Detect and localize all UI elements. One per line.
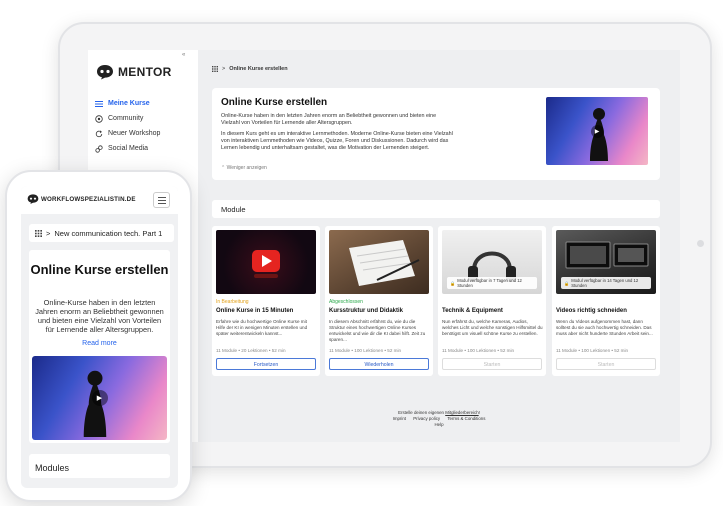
module-thumbnail: 🔒 Modul verfügbar in 14 Tagen und 12 Stu… — [556, 230, 656, 294]
sidebar-item-meine-kurse[interactable]: Meine Kurse — [95, 96, 160, 111]
module-thumbnail — [329, 230, 429, 294]
apps-grid-icon[interactable] — [212, 66, 218, 72]
repeat-button[interactable]: Wiederholen — [329, 358, 429, 370]
modules-title: Module — [221, 205, 246, 214]
hamburger-menu-icon[interactable] — [153, 192, 170, 208]
course-hero: Online Kurse erstellen Online-Kurse habe… — [29, 250, 170, 443]
logo-icon — [27, 194, 39, 204]
sidebar-item-label: Social Media — [108, 145, 149, 152]
module-thumbnail — [216, 230, 316, 294]
privacy-link[interactable]: Privacy policy — [413, 416, 440, 421]
target-icon — [95, 114, 103, 123]
phone-header: WORKFLOWSPEZIALISTIN.DE — [21, 186, 178, 214]
phone-device: WORKFLOWSPEZIALISTIN.DE > New communicat… — [5, 170, 192, 502]
collapse-sidebar-icon[interactable]: « — [182, 52, 185, 58]
breadcrumb-separator: > — [46, 228, 51, 238]
module-card[interactable]: 🔒 Modul verfügbar in 14 Tagen und 12 Stu… — [552, 226, 660, 376]
sidebar-item-social-media[interactable]: Social Media — [95, 141, 160, 156]
breadcrumb: > New communication tech. Part 1 — [29, 224, 174, 242]
module-meta: 11 Module • 100 Lektionen • 52 min — [556, 348, 629, 353]
breadcrumb-current: Online Kurse erstellen — [229, 66, 288, 72]
module-description: Wenn du Videos aufgenommen hast, dann so… — [556, 319, 653, 337]
main-content: > Online Kurse erstellen Online Kurse er… — [198, 50, 680, 442]
read-more-link[interactable]: Read more — [29, 340, 170, 347]
logo[interactable]: MENTOR — [96, 64, 172, 80]
start-button[interactable]: Starten — [442, 358, 542, 370]
pin-icon: ⌃ — [221, 165, 226, 171]
module-card[interactable]: 🔒 Modul verfügbar in 7 Tagen und 12 Stun… — [438, 226, 546, 376]
mentor-logo-icon — [97, 65, 113, 80]
phone-screen: WORKFLOWSPEZIALISTIN.DE > New communicat… — [21, 186, 178, 488]
module-title: Videos richtig schneiden — [556, 308, 627, 314]
refresh-icon — [95, 129, 103, 138]
modules-title: Modules — [35, 463, 70, 473]
course-video-thumbnail[interactable]: ▶ — [32, 356, 167, 440]
module-description: Erfahre wie du hochwertige Online Kurse … — [216, 319, 308, 337]
help-link[interactable]: Help — [198, 422, 680, 428]
footer-tagline-text: Erstelle deinen eigenen — [398, 410, 446, 415]
members-area-link[interactable]: Mitgliederbereich — [445, 410, 478, 415]
hero-paragraph-2: In diesem Kurs geht es um interaktive Le… — [221, 131, 453, 151]
module-description: Nun erfährst du, welche Kameras, Audios,… — [442, 319, 543, 337]
availability-badge: 🔒 Modul verfügbar in 14 Tagen und 12 Stu… — [561, 277, 651, 289]
module-title: Online Kurse in 15 Minuten — [216, 308, 294, 314]
module-meta: 11 Module • 20 Lektionen • 52 min — [216, 348, 286, 353]
page-title: Online Kurse erstellen — [30, 262, 169, 277]
sidebar-item-label: Neuer Workshop — [108, 130, 161, 137]
lock-icon: 🔒 — [564, 280, 570, 286]
module-card[interactable]: In Bearbeitung Online Kurse in 15 Minute… — [212, 226, 320, 376]
hero-paragraph-1: Online-Kurse haben in den letzten Jahren… — [221, 113, 437, 126]
imprint-link[interactable]: Imprint — [393, 416, 406, 421]
sidebar-item-community[interactable]: Community — [95, 111, 160, 126]
logo-text[interactable]: WORKFLOWSPEZIALISTIN.DE — [41, 196, 136, 203]
availability-badge: 🔒 Modul verfügbar in 7 Tagen und 12 Stun… — [447, 277, 537, 289]
breadcrumb-separator: > — [222, 66, 226, 72]
show-less-label: Weniger anzeigen — [226, 165, 267, 171]
lock-icon: 🔒 — [450, 280, 456, 286]
module-status: In Bearbeitung — [216, 299, 249, 305]
module-meta: 11 Module • 100 Lektionen • 52 min — [442, 348, 515, 353]
module-status: Abgeschlossen — [329, 299, 363, 305]
page-title: Online Kurse erstellen — [221, 97, 328, 108]
module-meta: 11 Module • 100 Lektionen • 52 min — [329, 348, 402, 353]
play-icon[interactable]: ▶ — [91, 390, 108, 406]
notebook-icon — [349, 240, 420, 286]
course-video-thumbnail[interactable]: ▶ — [546, 97, 648, 165]
link-icon — [95, 144, 103, 153]
breadcrumb-current: New communication tech. Part 1 — [54, 228, 163, 238]
module-title: Kursstruktur und Didaktik — [329, 308, 404, 314]
play-icon[interactable]: ▶ — [590, 124, 604, 138]
sidebar-item-neuer-workshop[interactable]: Neuer Workshop — [95, 126, 160, 141]
grid-icon — [95, 100, 103, 108]
module-cards: In Bearbeitung Online Kurse in 15 Minute… — [212, 226, 660, 376]
logo-text: MENTOR — [118, 65, 172, 79]
start-button[interactable]: Starten — [556, 358, 656, 370]
availability-text: Modul verfügbar in 7 Tagen und 12 Stunde… — [457, 278, 522, 288]
modules-header: Module — [212, 200, 660, 218]
breadcrumb: > Online Kurse erstellen — [212, 66, 288, 72]
module-description: In diesem Abschnitt erfährst du, wie du … — [329, 319, 426, 343]
module-thumbnail: 🔒 Modul verfügbar in 7 Tagen und 12 Stun… — [442, 230, 542, 294]
youtube-icon — [252, 250, 280, 278]
terms-link[interactable]: Terms & Conditions — [447, 416, 485, 421]
apps-grid-icon[interactable] — [35, 229, 42, 237]
continue-button[interactable]: Fortsetzen — [216, 358, 316, 370]
sidebar-item-label: Community — [108, 115, 144, 122]
hero-description: Online-Kurse haben in den letzten Jahren… — [35, 298, 164, 334]
footer: Erstelle deinen eigenen Mitgliederbereic… — [198, 410, 680, 428]
footer-tagline-suffix: ! — [478, 410, 480, 415]
course-hero: Online Kurse erstellen Online-Kurse habe… — [212, 88, 660, 180]
module-title: Technik & Equipment — [442, 308, 503, 314]
module-card[interactable]: Abgeschlossen Kursstruktur und Didaktik … — [325, 226, 433, 376]
sidebar-item-label: Meine Kurse — [108, 100, 150, 107]
availability-text: Modul verfügbar in 14 Tagen und 12 Stund… — [571, 278, 639, 288]
modules-header: Modules — [29, 454, 170, 478]
show-less-link[interactable]: ⌃ Weniger anzeigen — [221, 165, 267, 171]
sidebar-nav: Meine Kurse Community Neuer Workshop Soc… — [95, 96, 160, 156]
camera-dot — [697, 240, 704, 247]
